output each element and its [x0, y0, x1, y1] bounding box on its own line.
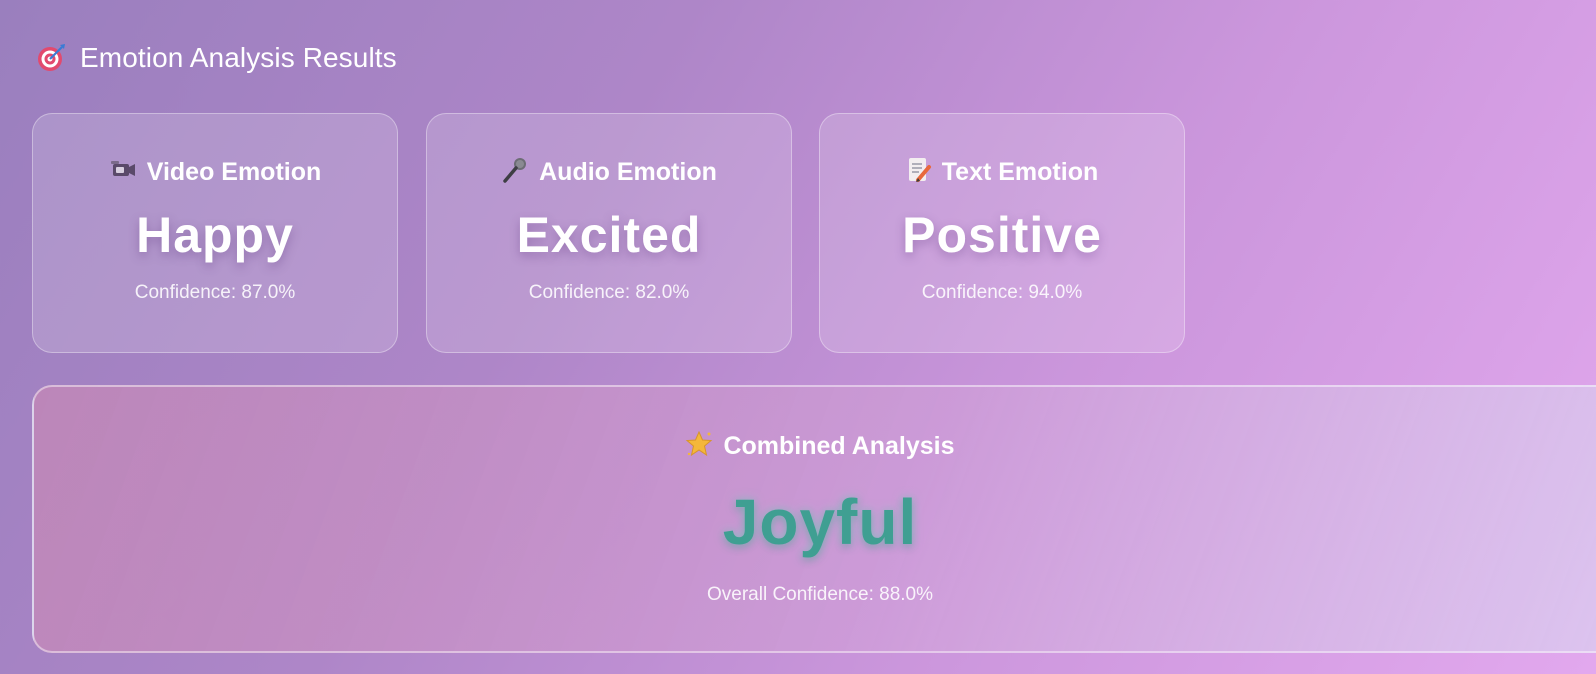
star-icon: [685, 430, 713, 463]
card-header: Text Emotion: [906, 156, 1098, 188]
emotion-value: Excited: [516, 207, 702, 263]
microphone-icon: [501, 156, 529, 189]
card-label: Video Emotion: [146, 157, 322, 186]
card-header: Audio Emotion: [501, 156, 717, 188]
target-icon: [36, 43, 66, 73]
card-label: Audio Emotion: [539, 157, 717, 186]
audio-emotion-card: Audio Emotion Excited Confidence: 82.0%: [426, 113, 792, 353]
confidence-text: Confidence: 94.0%: [921, 282, 1083, 303]
combined-header: Combined Analysis: [685, 430, 955, 463]
text-emotion-card: Text Emotion Positive Confidence: 94.0%: [819, 113, 1185, 353]
page-title: Emotion Analysis Results: [36, 38, 397, 78]
memo-icon: [906, 156, 932, 189]
card-header: Video Emotion: [109, 156, 322, 188]
overall-confidence-text: Overall Confidence: 88.0%: [706, 584, 933, 605]
combined-analysis-panel: Combined Analysis Joyful Overall Confide…: [32, 385, 1596, 653]
confidence-text: Confidence: 82.0%: [528, 282, 690, 303]
emotion-value: Happy: [136, 207, 294, 263]
combined-label: Combined Analysis: [723, 431, 955, 460]
confidence-text: Confidence: 87.0%: [134, 282, 296, 303]
emotion-value: Positive: [902, 207, 1102, 263]
page-title-text: Emotion Analysis Results: [80, 42, 397, 73]
video-camera-icon: [109, 158, 137, 187]
combined-emotion-value: Joyful: [722, 486, 918, 558]
card-label: Text Emotion: [941, 157, 1099, 186]
video-emotion-card: Video Emotion Happy Confidence: 87.0%: [32, 113, 398, 353]
